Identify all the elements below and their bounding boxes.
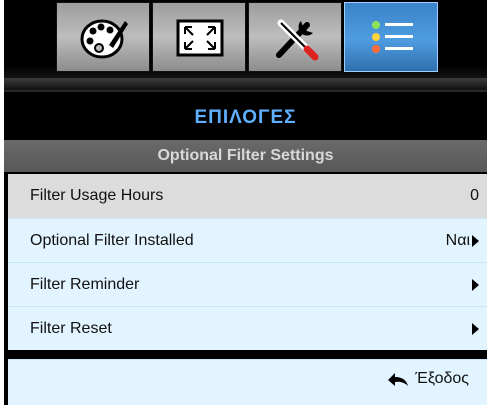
tab-shelf — [4, 78, 487, 90]
exit-button[interactable]: Έξοδος — [387, 370, 469, 388]
menu-title: ΕΠΙΛΟΓΕΣ — [194, 107, 297, 128]
optional-filter-installed-label: Optional Filter Installed — [30, 232, 194, 249]
filter-reminder-label: Filter Reminder — [30, 276, 140, 293]
chevron-right-icon — [472, 235, 479, 247]
palette-icon — [80, 19, 128, 59]
tab-display[interactable] — [152, 2, 246, 72]
menu-footer: Έξοδος — [8, 359, 487, 405]
options-list-icon — [372, 21, 413, 53]
menu-tab-bar — [4, 0, 487, 92]
tab-image[interactable] — [56, 2, 150, 72]
tools-icon — [276, 19, 319, 61]
filter-usage-hours-row[interactable]: Filter Usage Hours 0 — [8, 174, 487, 218]
optional-filter-installed-value: Ναι — [445, 232, 470, 249]
chevron-right-icon — [472, 323, 479, 335]
submenu-title: Optional Filter Settings — [4, 140, 487, 172]
filter-reset-row[interactable]: Filter Reset — [8, 306, 487, 350]
chevron-right-icon — [472, 279, 479, 291]
tab-setup[interactable] — [248, 2, 342, 72]
projector-osd-menu: ΕΠΙΛΟΓΕΣ Optional Filter Settings Filter… — [4, 0, 487, 405]
tab-options[interactable] — [344, 2, 438, 72]
resize-screen-icon — [176, 19, 224, 57]
filter-usage-hours-value: 0 — [470, 187, 479, 204]
filter-reminder-row[interactable]: Filter Reminder — [8, 262, 487, 306]
back-arrow-icon — [388, 373, 409, 386]
exit-label: Έξοδος — [415, 370, 469, 387]
optional-filter-installed-row[interactable]: Optional Filter Installed Ναι — [8, 218, 487, 262]
filter-usage-hours-label: Filter Usage Hours — [30, 187, 164, 204]
filter-reset-label: Filter Reset — [30, 320, 112, 337]
